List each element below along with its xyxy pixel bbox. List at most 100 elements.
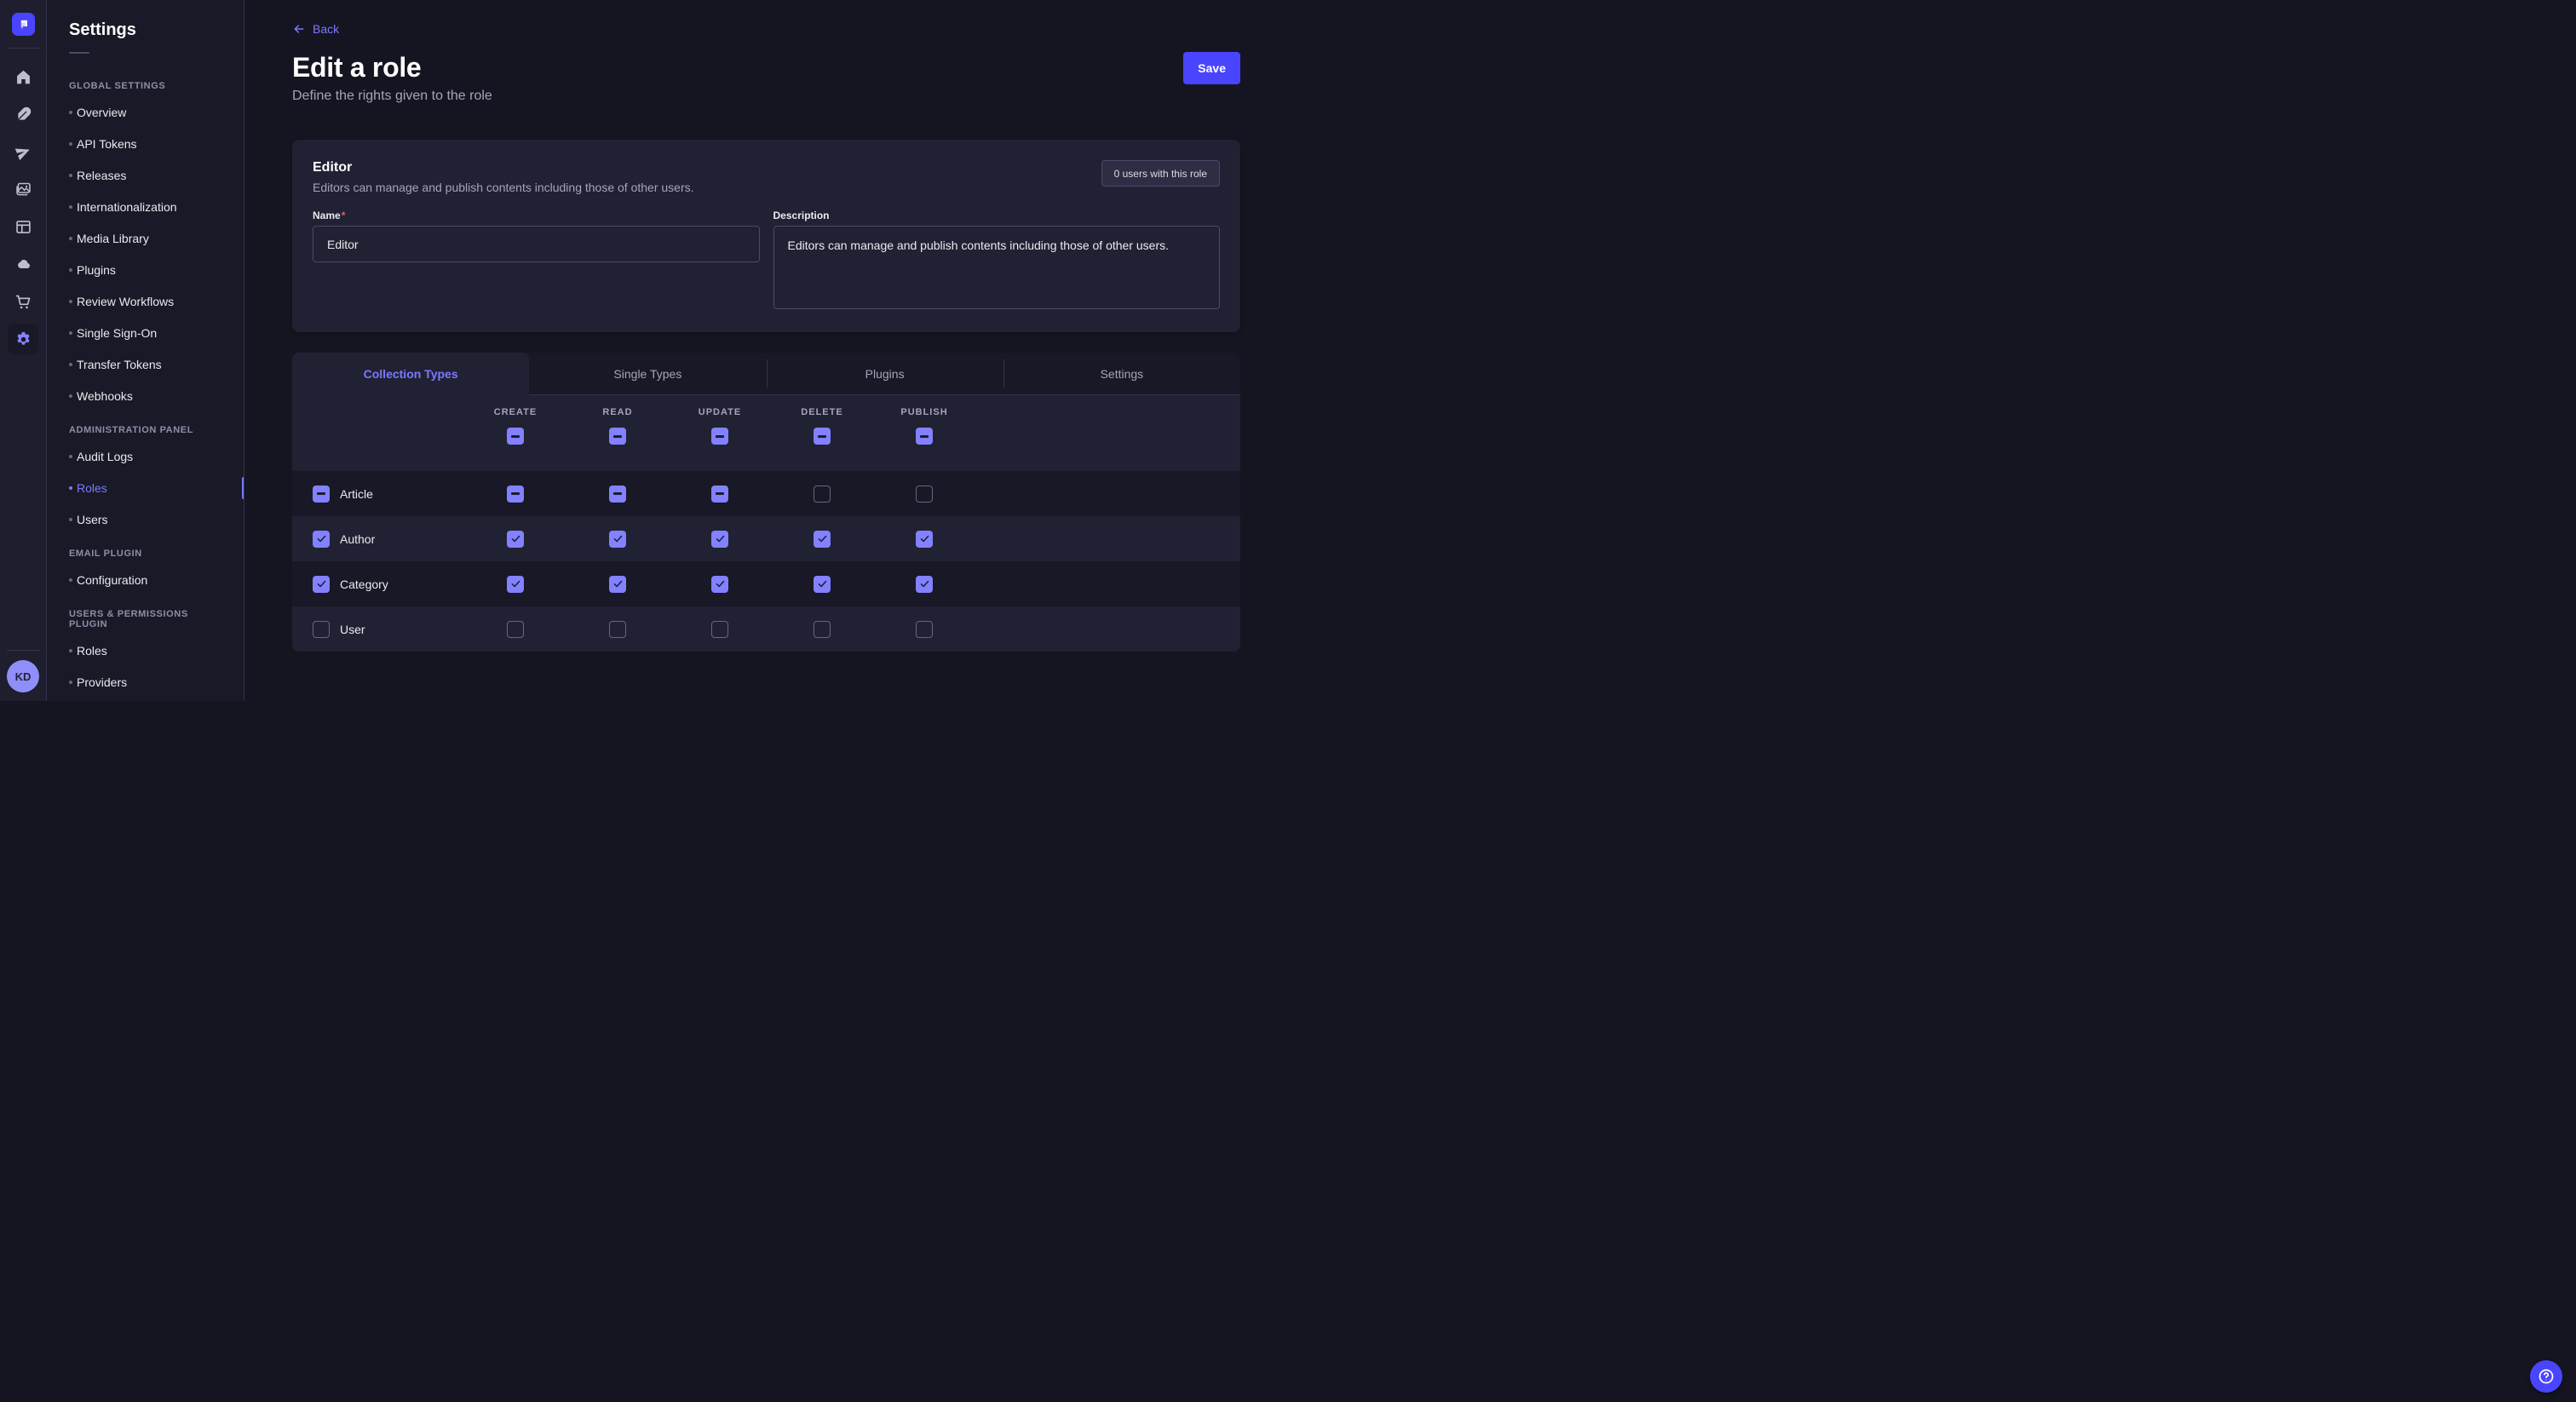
author-row-checkbox[interactable] (313, 531, 330, 548)
article-publish-checkbox[interactable] (916, 486, 933, 503)
nav-feather-button[interactable] (8, 99, 38, 129)
subnav-item-providers[interactable]: Providers (47, 666, 244, 698)
iconbar-bottom: KD (0, 650, 46, 701)
subnav-section-heading: EMAIL PLUGIN (47, 535, 244, 564)
main-nav-icons (8, 58, 38, 358)
description-field-label: Description (773, 210, 1221, 221)
article-create-checkbox[interactable] (507, 486, 524, 503)
tab-plugins[interactable]: Plugins (767, 353, 1003, 395)
users-with-role-button[interactable]: 0 users with this role (1101, 160, 1220, 187)
author-delete-checkbox[interactable] (814, 531, 831, 548)
layout-icon (14, 218, 32, 236)
tab-collection-types[interactable]: Collection Types (292, 353, 529, 395)
select-all-read-checkbox[interactable] (609, 428, 626, 445)
subnav-item-webhooks[interactable]: Webhooks (47, 380, 244, 411)
permissions-table-header: CREATE READ UPDATE DELETE PUBLISH (292, 395, 1240, 471)
subnav-item-review-workflows[interactable]: Review Workflows (47, 285, 244, 317)
user-create-checkbox[interactable] (507, 621, 524, 638)
author-read-checkbox[interactable] (609, 531, 626, 548)
category-publish-checkbox[interactable] (916, 576, 933, 593)
cell-user-delete (771, 621, 873, 638)
subnav-item-configuration[interactable]: Configuration (47, 564, 244, 595)
category-row-checkbox[interactable] (313, 576, 330, 593)
subnav-section: ADMINISTRATION PANEL Audit Logs Roles Us… (47, 411, 244, 535)
bullet-icon (69, 455, 72, 458)
cell-author-update (669, 531, 771, 548)
permission-row-article: Article (292, 471, 1240, 516)
subnav-item-api-tokens[interactable]: API Tokens (47, 128, 244, 159)
settings-subnav: Settings GLOBAL SETTINGS Overview API To… (47, 0, 244, 701)
article-update-checkbox[interactable] (711, 486, 728, 503)
nav-gear-button[interactable] (8, 324, 38, 354)
subnav-section: USERS & PERMISSIONS PLUGIN Roles Provide… (47, 595, 244, 698)
nav-cloud-button[interactable] (8, 249, 38, 279)
subnav-item-label: Overview (77, 106, 126, 119)
subnav-item-audit-logs[interactable]: Audit Logs (47, 440, 244, 472)
cell-author-read (566, 531, 669, 548)
select-all-delete-checkbox[interactable] (814, 428, 831, 445)
user-read-checkbox[interactable] (609, 621, 626, 638)
page-header: Edit a role Define the rights given to t… (292, 52, 1240, 104)
cell-category-delete (771, 576, 873, 593)
user-update-checkbox[interactable] (711, 621, 728, 638)
tab-single-types[interactable]: Single Types (529, 353, 766, 395)
column-label: UPDATE (699, 407, 741, 417)
article-read-checkbox[interactable] (609, 486, 626, 503)
description-field-group: Description Editors can manage and publi… (773, 210, 1221, 313)
subnav-item-transfer-tokens[interactable]: Transfer Tokens (47, 348, 244, 380)
subnav-item-label: Review Workflows (77, 295, 174, 308)
article-row-checkbox[interactable] (313, 486, 330, 503)
name-input[interactable] (313, 226, 760, 262)
subnav-item-label: Audit Logs (77, 450, 133, 463)
back-arrow-icon (292, 22, 306, 36)
column-label: DELETE (801, 407, 842, 417)
user-avatar[interactable]: KD (7, 660, 39, 692)
subnav-item-users[interactable]: Users (47, 503, 244, 535)
select-all-update-checkbox[interactable] (711, 428, 728, 445)
subnav-item-label: Roles (77, 481, 107, 495)
subnav-item-label: Roles (77, 644, 107, 658)
user-delete-checkbox[interactable] (814, 621, 831, 638)
category-update-checkbox[interactable] (711, 576, 728, 593)
save-button[interactable]: Save (1183, 52, 1240, 84)
tab-settings[interactable]: Settings (1003, 353, 1240, 395)
subnav-item-single-sign-on[interactable]: Single Sign-On (47, 317, 244, 348)
user-publish-checkbox[interactable] (916, 621, 933, 638)
subnav-section: GLOBAL SETTINGS Overview API Tokens Rele… (47, 67, 244, 411)
user-row-checkbox[interactable] (313, 621, 330, 638)
strapi-logo[interactable] (12, 13, 35, 36)
nav-cart-button[interactable] (8, 286, 38, 317)
nav-images-button[interactable] (8, 174, 38, 204)
column-create: CREATE (464, 395, 566, 471)
description-textarea[interactable]: Editors can manage and publish contents … (773, 226, 1221, 309)
subnav-item-roles[interactable]: Roles (47, 635, 244, 666)
subnav-item-releases[interactable]: Releases (47, 159, 244, 191)
nav-layout-button[interactable] (8, 211, 38, 242)
subnav-item-overview[interactable]: Overview (47, 96, 244, 128)
role-details-card: Editor Editors can manage and publish co… (292, 140, 1240, 332)
column-label: CREATE (494, 407, 537, 417)
help-button[interactable] (2530, 1360, 2562, 1393)
nav-home-button[interactable] (8, 61, 38, 92)
row-label-cell: Author (313, 531, 464, 548)
subnav-item-media-library[interactable]: Media Library (47, 222, 244, 254)
category-create-checkbox[interactable] (507, 576, 524, 593)
back-link[interactable]: Back (292, 22, 339, 36)
subnav-item-internationalization[interactable]: Internationalization (47, 191, 244, 222)
article-delete-checkbox[interactable] (814, 486, 831, 503)
bullet-icon (69, 237, 72, 240)
subnav-item-roles[interactable]: Roles (47, 472, 244, 503)
author-update-checkbox[interactable] (711, 531, 728, 548)
nav-paper-plane-button[interactable] (8, 136, 38, 167)
content-type-label: Category (340, 577, 388, 591)
author-create-checkbox[interactable] (507, 531, 524, 548)
subnav-item-plugins[interactable]: Plugins (47, 254, 244, 285)
select-all-create-checkbox[interactable] (507, 428, 524, 445)
row-label-cell: Article (313, 486, 464, 503)
category-delete-checkbox[interactable] (814, 576, 831, 593)
select-all-publish-checkbox[interactable] (916, 428, 933, 445)
subnav-item-label: Single Sign-On (77, 326, 157, 340)
author-publish-checkbox[interactable] (916, 531, 933, 548)
cloud-icon (14, 256, 32, 273)
category-read-checkbox[interactable] (609, 576, 626, 593)
